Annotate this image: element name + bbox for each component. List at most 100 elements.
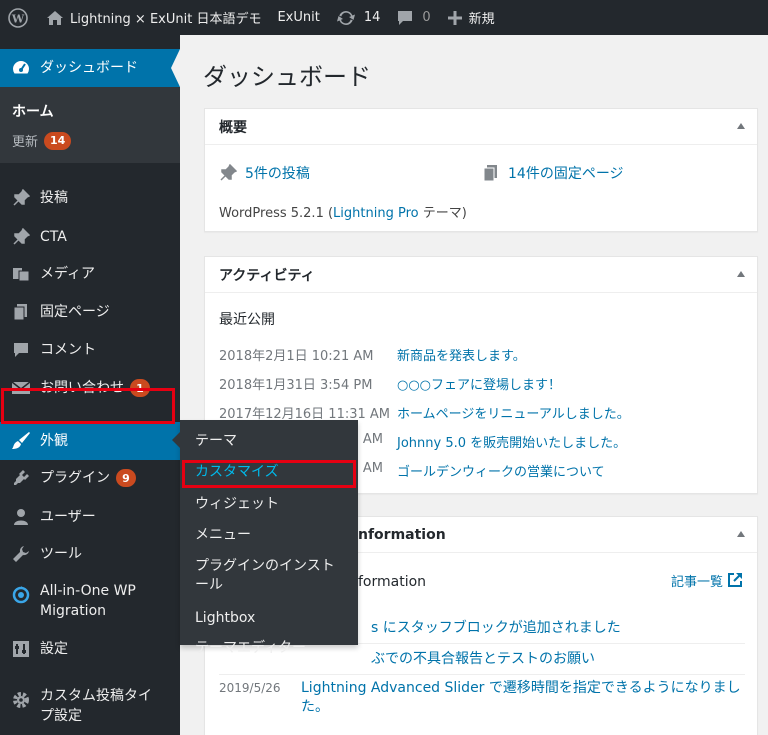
sidebar-item-contact[interactable]: お問い合わせ 1 [0, 371, 180, 405]
flyout-item-themes[interactable]: テーマ [195, 432, 350, 451]
activity-post-link[interactable]: ゴールデンウィークの営業について [397, 461, 605, 480]
posts-count-link[interactable]: 5件の投稿 [219, 163, 310, 183]
new-content-link[interactable]: 新規 [439, 0, 503, 35]
migration-label-line2: Migration [40, 603, 107, 619]
sidebar-item-pages[interactable]: 固定ページ [0, 295, 180, 329]
wordpress-logo-icon[interactable]: W [0, 0, 38, 35]
updates-link[interactable]: 14 [328, 0, 389, 35]
cpt-label-line2: プ設定 [40, 708, 82, 724]
contact-badge: 1 [130, 379, 150, 397]
sidebar-item-tools[interactable]: ツール [0, 537, 180, 571]
page-icon [482, 164, 500, 182]
posts-count: 5件の投稿 [245, 166, 310, 182]
flyout-item-customize[interactable]: カスタマイズ [195, 463, 350, 482]
sidebar-item-media[interactable]: メディア [0, 257, 180, 291]
svg-text:W: W [11, 12, 25, 25]
information-row: 2019/5/26 Lightning Advanced Slider で遷移時… [219, 679, 745, 723]
new-label: 新規 [468, 12, 495, 27]
activity-post-link[interactable]: ○○○フェアに登場します！ [397, 374, 561, 393]
version-suffix: テーマ) [418, 206, 467, 221]
brush-icon [10, 430, 32, 452]
home-icon [47, 10, 63, 25]
sidebar-item-cta[interactable]: CTA [0, 220, 180, 254]
wrench-icon [10, 543, 32, 565]
page-title: ダッシュボード [203, 63, 371, 91]
install-plugins-line2: ール [195, 577, 223, 593]
widget-title: 概要 [219, 119, 247, 136]
flyout-item-install-plugins[interactable]: プラグインのインスト ール [195, 557, 350, 595]
widget-header[interactable]: アクティビティ [205, 257, 757, 293]
pin-icon [219, 164, 237, 182]
at-a-glance-widget: 概要 5件の投稿 14件の固定ページ WordPress 5.2.1 (Ligh… [204, 108, 758, 232]
activity-date: 2018年1月31日 3:54 PM [219, 378, 373, 393]
collapse-arrow-icon[interactable] [737, 123, 745, 129]
widget-title: アクティビティ [219, 267, 315, 284]
admin-sidebar: ダッシュボード ホーム 更新 14 投稿 CTA メディア 固定ページ コメント… [0, 35, 180, 735]
settings-icon [10, 638, 32, 660]
information-date: 2019/5/26 [219, 681, 281, 695]
activity-post-link[interactable]: 新商品を発表します。 [397, 345, 526, 364]
sidebar-item-dashboard[interactable]: ダッシュボード [0, 49, 180, 87]
sidebar-item-label: 外観 [40, 433, 68, 449]
sidebar-item-posts[interactable]: 投稿 [0, 181, 180, 215]
collapse-arrow-icon[interactable] [737, 271, 745, 277]
information-subtitle: formation [358, 574, 427, 590]
activity-row: 2018年2月1日 10:21 AM 新商品を発表します。 [219, 345, 526, 364]
flyout-item-widgets[interactable]: ウィジェット [195, 495, 350, 514]
mail-icon [10, 377, 32, 399]
submenu-home[interactable]: ホーム [12, 101, 54, 121]
sidebar-item-label: All-in-One WP Migration [40, 582, 136, 620]
version-info: WordPress 5.2.1 (Lightning Pro テーマ) [219, 202, 467, 221]
activity-post-link[interactable]: ホームページをリニューアルしました。 [397, 403, 630, 422]
collapse-arrow-icon[interactable] [737, 531, 745, 537]
current-indicator [171, 49, 180, 87]
sidebar-item-label: ユーザー [40, 509, 96, 525]
plugins-badge: 9 [116, 469, 136, 487]
sidebar-item-comments[interactable]: コメント [0, 333, 180, 367]
external-link-icon[interactable] [727, 572, 743, 588]
activity-post-link[interactable]: Johnny 5.0 を販売開始いたしました。 [397, 432, 626, 451]
sidebar-item-migration[interactable]: All-in-One WP Migration [0, 575, 180, 625]
site-name-link[interactable]: Lightning × ExUnit 日本語デモ [38, 0, 269, 35]
exunit-link[interactable]: ExUnit [269, 0, 327, 35]
updates-badge: 14 [44, 131, 72, 150]
submenu-updates[interactable]: 更新 14 [12, 131, 72, 150]
exunit-label: ExUnit [277, 10, 320, 25]
dashboard-icon [10, 57, 32, 79]
appearance-flyout-menu: テーマ カスタマイズ ウィジェット メニュー プラグインのインスト ール Lig… [172, 420, 358, 656]
flyout-item-lightbox[interactable]: Lightbox [195, 609, 350, 628]
flyout-item-menus[interactable]: メニュー [195, 526, 350, 545]
media-icon [10, 263, 32, 285]
information-link[interactable]: ぶでの不具合報告とテストのお願い [371, 648, 595, 668]
updates-count: 14 [363, 10, 381, 25]
plus-icon [447, 10, 462, 25]
comments-count: 0 [422, 10, 431, 25]
sidebar-item-settings[interactable]: 設定 [0, 632, 180, 666]
activity-row: 2018年1月31日 3:54 PM ○○○フェアに登場します！ [219, 374, 561, 393]
article-list-link[interactable]: 記事一覧 [671, 571, 723, 590]
sidebar-item-label: 固定ページ [40, 304, 110, 320]
widget-title: nformation [358, 526, 446, 543]
migration-label-line1: All-in-One WP [40, 583, 136, 599]
widget-header[interactable]: 概要 [205, 109, 757, 145]
pages-count: 14件の固定ページ [508, 166, 624, 182]
flyout-item-theme-editor[interactable]: テーマエディター [195, 639, 350, 658]
pin-icon [10, 187, 32, 209]
version-prefix: WordPress 5.2.1 ( [219, 206, 334, 221]
pages-count-link[interactable]: 14件の固定ページ [482, 163, 624, 183]
flyout-pointer [172, 432, 180, 448]
site-name: Lightning × ExUnit 日本語デモ [70, 12, 262, 27]
information-link[interactable]: s にスタッフブロックが追加されました [371, 617, 621, 637]
sidebar-item-label: カスタム投稿タイ プ設定 [40, 687, 152, 725]
sidebar-item-users[interactable]: ユーザー [0, 500, 180, 534]
information-link[interactable]: Lightning Advanced Slider で遷移時間を指定できるように… [301, 679, 741, 717]
sidebar-item-appearance[interactable]: 外観 [0, 422, 180, 460]
page-icon [10, 301, 32, 323]
sidebar-item-label: メディア [40, 266, 96, 282]
comments-link[interactable]: 0 [388, 0, 438, 35]
recently-published-heading: 最近公開 [219, 312, 275, 328]
theme-link[interactable]: Lightning Pro [333, 206, 419, 221]
sidebar-item-custom-post-types[interactable]: カスタム投稿タイ プ設定 [0, 680, 180, 730]
sidebar-item-label: 設定 [40, 641, 68, 657]
sidebar-item-plugins[interactable]: プラグイン 9 [0, 461, 180, 495]
